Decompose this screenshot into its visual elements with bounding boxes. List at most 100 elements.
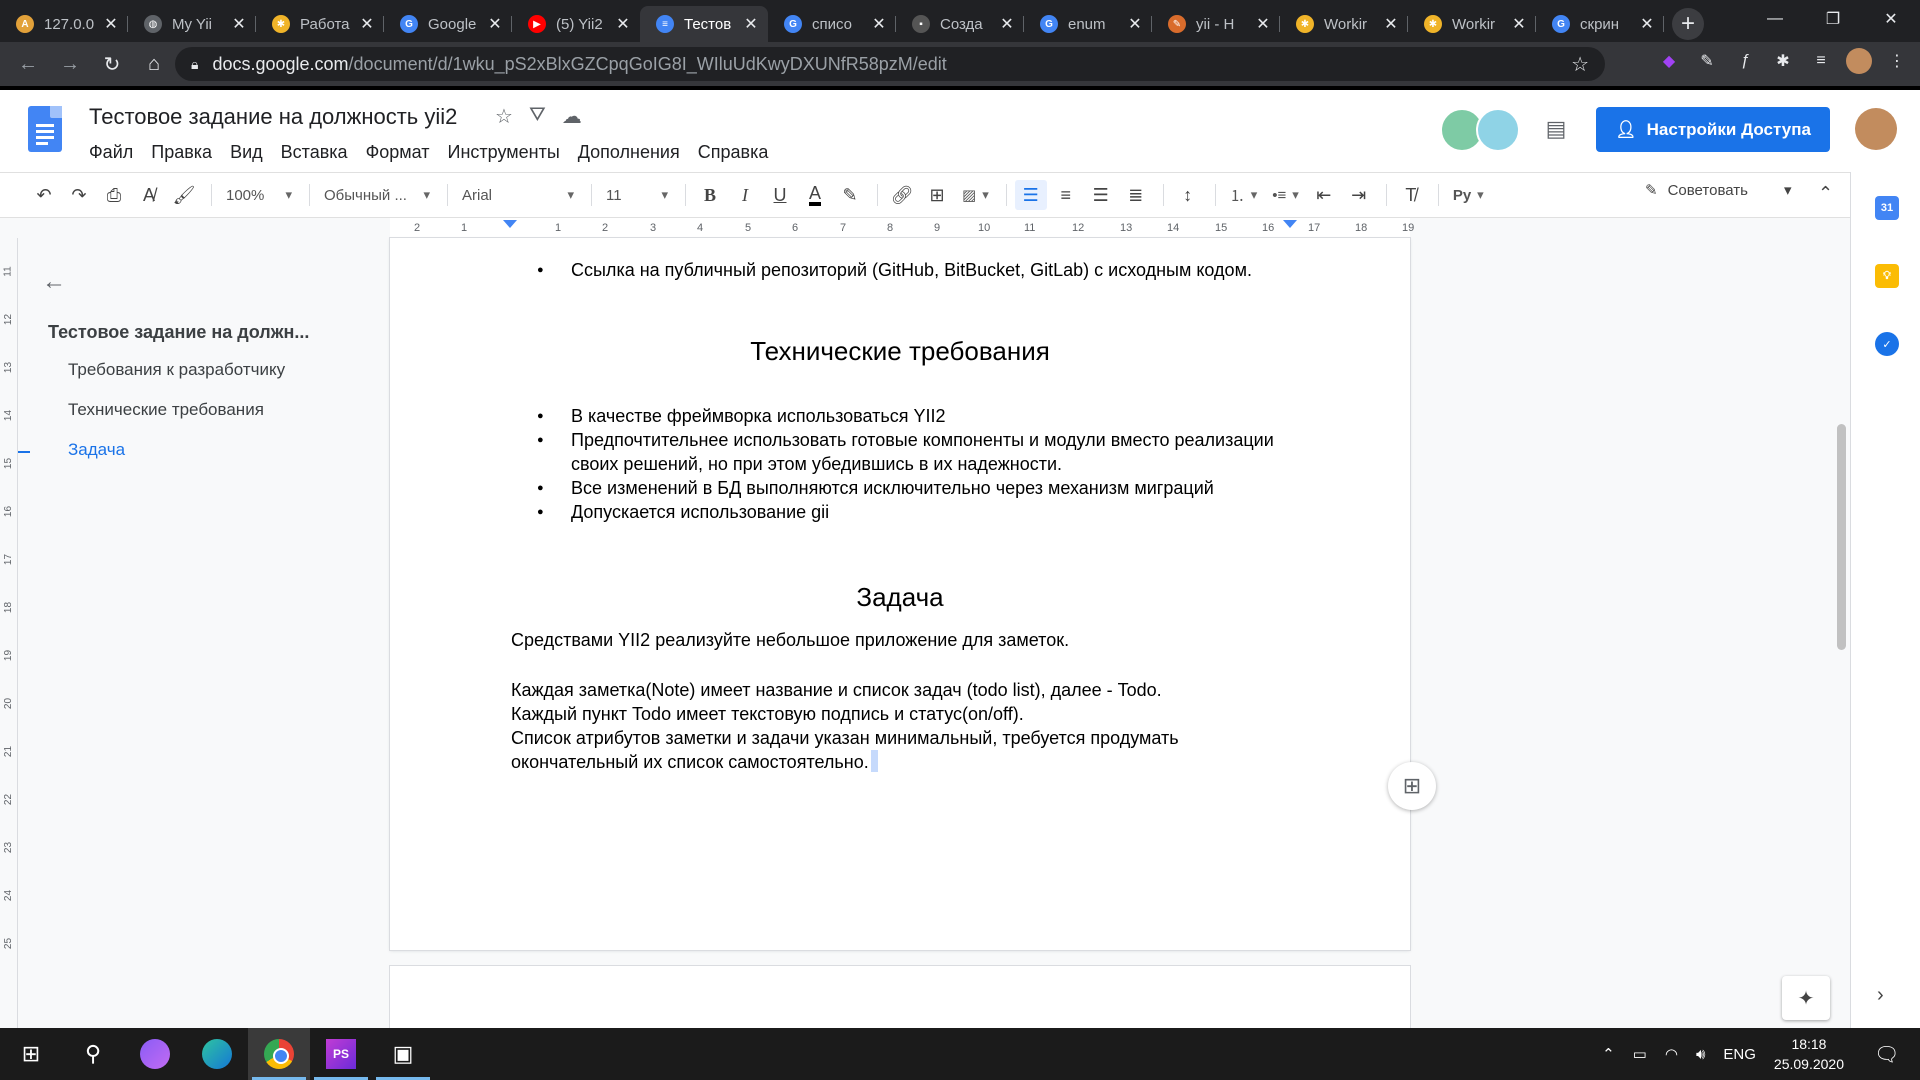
image-icon[interactable]: ▨ (956, 180, 995, 210)
browser-tab[interactable]: Genum ✕ (1024, 6, 1152, 42)
bold-icon[interactable]: B (694, 180, 726, 210)
forward-icon[interactable]: → (52, 46, 88, 82)
browser-tab[interactable]: ▶ (5) Yii2 ✕ (512, 6, 640, 42)
reload-icon[interactable]: ↻ (94, 46, 130, 82)
browser-tab[interactable]: Gскрин ✕ (1536, 6, 1664, 42)
highlight-icon[interactable]: ✎ (834, 180, 866, 210)
close-tab-icon[interactable]: ✕ (1254, 14, 1272, 34)
justify-icon[interactable]: ≣ (1120, 180, 1152, 210)
restore-icon[interactable]: ❐ (1804, 0, 1862, 38)
cloud-status-icon[interactable]: ☁ (562, 104, 582, 129)
outline-item[interactable]: Требования к разработчику (68, 360, 285, 380)
add-comment-button[interactable]: ⊞ (1388, 762, 1436, 810)
browser-tab[interactable]: ✎ yii - H ✕ (1152, 6, 1280, 42)
close-outline-icon[interactable]: ← (42, 268, 66, 296)
undo-icon[interactable]: ↶ (28, 180, 60, 210)
terminal-icon[interactable]: ▣ (372, 1028, 434, 1080)
italic-icon[interactable]: I (729, 180, 761, 210)
document-page[interactable]: Ссылка на публичный репозиторий (GitHub,… (390, 238, 1410, 950)
outline-item[interactable]: Задача (68, 440, 125, 460)
docs-logo-icon[interactable] (28, 106, 62, 152)
close-tab-icon[interactable]: ✕ (1638, 14, 1656, 34)
left-indent-marker[interactable] (503, 220, 517, 228)
start-icon[interactable]: ⊞ (0, 1028, 62, 1080)
share-button[interactable]: 👤︎ Настройки Доступа (1596, 107, 1830, 152)
close-window-icon[interactable]: ✕ (1862, 0, 1920, 38)
pen-extension-icon[interactable]: ✎ (1694, 48, 1720, 74)
bulleted-list-icon[interactable]: •≡ (1266, 180, 1305, 210)
increase-indent-icon[interactable]: ⇥ (1343, 180, 1375, 210)
hide-menus-icon[interactable]: ⌃ (1818, 183, 1833, 204)
outline-item[interactable]: Технические требования (68, 400, 264, 420)
edge-icon[interactable] (186, 1028, 248, 1080)
comment-add-icon[interactable]: ⊞ (921, 180, 953, 210)
clear-formatting-icon[interactable]: T̸ (1395, 180, 1427, 210)
style-select[interactable]: Обычный ... (318, 180, 436, 210)
browser-tab[interactable]: ≡ Тестов ✕ (640, 6, 768, 42)
minimize-icon[interactable]: — (1746, 0, 1804, 38)
browser-tab[interactable]: ✱ Workir ✕ (1408, 6, 1536, 42)
document-title[interactable]: Тестовое задание на должность yii2 (89, 104, 457, 130)
search-icon[interactable]: ⚲ (62, 1028, 124, 1080)
menu-item[interactable]: Формат (357, 140, 439, 164)
text-color-icon[interactable]: A (799, 180, 831, 210)
print-icon[interactable]: ⎙ (98, 180, 130, 210)
chrome-icon[interactable] (248, 1028, 310, 1080)
account-avatar[interactable] (1855, 108, 1897, 150)
close-tab-icon[interactable]: ✕ (998, 14, 1016, 34)
tasks-icon[interactable]: ✓ (1875, 332, 1899, 356)
alice-icon[interactable] (124, 1028, 186, 1080)
browser-tab[interactable]: ✱ Работа ✕ (256, 6, 384, 42)
clock[interactable]: 18:18 25.09.2020 (1774, 1034, 1844, 1074)
language-indicator[interactable]: ENG (1723, 1046, 1756, 1063)
browser-tab[interactable]: Gсписо ✕ (768, 6, 896, 42)
browser-tab[interactable]: ◍ My Yii ✕ (128, 6, 256, 42)
close-tab-icon[interactable]: ✕ (1126, 14, 1144, 34)
expand-panel-icon[interactable]: › (1877, 984, 1884, 1007)
menu-dots-icon[interactable]: ⋮ (1884, 48, 1910, 74)
line-spacing-icon[interactable]: ↕ (1172, 180, 1204, 210)
align-left-icon[interactable]: ☰ (1014, 180, 1047, 210)
editing-mode-select[interactable]: ✎ Советовать ▾ (1645, 181, 1791, 200)
close-tab-icon[interactable]: ✕ (102, 14, 120, 34)
menu-item[interactable]: Вид (221, 140, 272, 164)
underline-icon[interactable]: U (764, 180, 796, 210)
link-icon[interactable]: 🔗︎ (886, 180, 918, 210)
align-center-icon[interactable]: ≡ (1050, 180, 1082, 210)
back-icon[interactable]: ← (10, 46, 46, 82)
horizontal-ruler[interactable]: 2 1 1 2 3 4 5 6 7 8 9 10 11 12 13 14 15 16 17 18 19 (390, 218, 1414, 238)
document-scrollbar[interactable] (1832, 218, 1850, 1028)
outline-title[interactable]: Тестовое задание на должн... (48, 322, 309, 343)
menu-item[interactable]: Файл (80, 140, 142, 164)
volume-icon[interactable]: 🔊︎ (1696, 1046, 1705, 1063)
close-tab-icon[interactable]: ✕ (1382, 14, 1400, 34)
close-tab-icon[interactable]: ✕ (1510, 14, 1528, 34)
close-tab-icon[interactable]: ✕ (870, 14, 888, 34)
paint-format-icon[interactable]: 🖌︎ (168, 180, 200, 210)
profile-avatar[interactable] (1846, 48, 1872, 74)
star-icon[interactable]: ☆ (495, 104, 513, 129)
redo-icon[interactable]: ↷ (63, 180, 95, 210)
tray-chevron-icon[interactable]: ⌃ (1602, 1045, 1615, 1063)
battery-icon[interactable]: ▭ (1633, 1045, 1647, 1063)
menu-item[interactable]: Правка (142, 140, 221, 164)
notifications-icon[interactable]: 🗨︎ (1874, 1042, 1904, 1067)
browser-tab[interactable]: A 127.0.0 ✕ (0, 6, 128, 42)
bookmark-star-icon[interactable]: ☆ (1571, 52, 1589, 77)
menu-item[interactable]: Инструменты (439, 140, 569, 164)
numbered-list-icon[interactable]: ⒈ (1224, 180, 1264, 210)
right-indent-marker[interactable] (1283, 220, 1297, 228)
collaborator-avatar[interactable] (1476, 108, 1520, 152)
font-select[interactable]: Arial (456, 180, 580, 210)
menu-item[interactable]: Вставка (272, 140, 357, 164)
keep-icon[interactable]: 💡︎ (1875, 264, 1899, 288)
address-bar[interactable]: 🔒︎ docs.google.com/document/d/1wku_pS2xB… (175, 47, 1605, 81)
input-tools-icon[interactable]: Pу (1447, 180, 1490, 210)
phpstorm-icon[interactable]: PS (310, 1028, 372, 1080)
browser-tab[interactable]: ✱ Workir ✕ (1280, 6, 1408, 42)
formula-extension-icon[interactable]: ƒ (1732, 48, 1758, 74)
menu-item[interactable]: Справка (689, 140, 778, 164)
align-right-icon[interactable]: ☰ (1085, 180, 1117, 210)
menu-item[interactable]: Дополнения (569, 140, 689, 164)
home-icon[interactable]: ⌂ (136, 46, 172, 82)
